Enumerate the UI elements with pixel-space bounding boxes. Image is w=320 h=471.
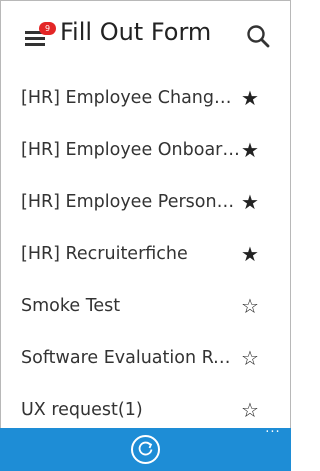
menu-button[interactable]: 9 [18,22,56,52]
star-outline-icon[interactable]: ☆ [239,396,261,424]
form-name: UX request(1) [21,400,143,420]
star-outline-icon[interactable]: ☆ [239,344,261,372]
form-list-item[interactable]: [HR] Employee Persona… ★ [0,176,291,228]
form-list-item[interactable]: [HR] Recruiterfiche ★ [0,228,291,280]
form-list-item[interactable]: [HR] Employee Change… ★ [0,72,291,124]
form-name: [HR] Employee Onboar… [21,140,240,160]
form-name: [HR] Recruiterfiche [21,244,188,264]
star-filled-icon[interactable]: ★ [239,240,261,268]
form-list-item[interactable]: Smoke Test ☆ [0,280,291,332]
form-name: [HR] Employee Persona… [21,192,241,212]
star-outline-icon[interactable]: ☆ [239,292,261,320]
refresh-button[interactable] [131,435,160,464]
notification-badge: 9 [39,22,56,35]
form-name: [HR] Employee Change… [21,88,241,108]
more-options-button[interactable]: ··· [262,426,284,442]
refresh-icon [138,441,153,456]
app-bar: ··· [0,426,291,471]
search-icon [247,25,270,48]
search-button[interactable] [243,22,273,52]
form-name: Smoke Test [21,296,121,316]
page-title: Fill Out Form [60,18,212,46]
star-filled-icon[interactable]: ★ [239,188,261,216]
form-list-item[interactable]: [HR] Employee Onboar… ★ [0,124,291,176]
form-name: Software Evaluation Re… [21,348,241,368]
star-filled-icon[interactable]: ★ [239,136,261,164]
header: 9 Fill Out Form [0,0,291,72]
form-list-item[interactable]: Software Evaluation Re… ☆ [0,332,291,384]
star-filled-icon[interactable]: ★ [239,84,261,112]
